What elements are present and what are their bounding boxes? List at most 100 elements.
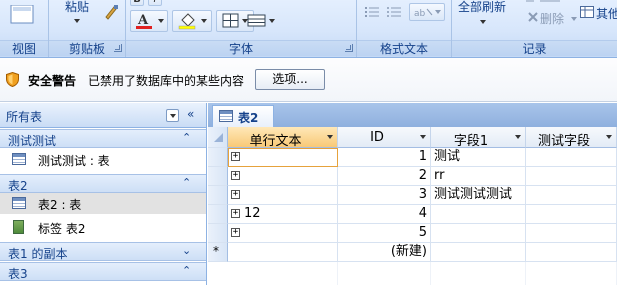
nav-item-biao2-table[interactable]: 表2 : 表 bbox=[0, 193, 206, 214]
datasheet-cell[interactable]: 2 bbox=[338, 167, 431, 186]
new-record-cell[interactable] bbox=[228, 243, 338, 262]
column-header-single-line-text[interactable]: 单行文本 bbox=[228, 127, 338, 149]
font-color-icon: A bbox=[136, 13, 152, 29]
datasheet-cell[interactable]: 4 bbox=[338, 205, 431, 224]
column-header-field1[interactable]: 字段1 bbox=[431, 127, 526, 149]
datasheet-cell[interactable]: 3 bbox=[338, 186, 431, 205]
record-selector[interactable] bbox=[208, 224, 228, 243]
security-warning-title: 安全警告 bbox=[28, 74, 77, 88]
record-selector[interactable] bbox=[208, 186, 228, 205]
nav-group-biao1-copy[interactable]: 表1 的副本 ⌄ bbox=[0, 242, 206, 261]
fill-color-button[interactable] bbox=[172, 10, 212, 32]
record-selector[interactable] bbox=[208, 205, 228, 224]
record-selector[interactable] bbox=[208, 167, 228, 186]
datasheet-cell[interactable]: 测试 bbox=[431, 148, 526, 167]
nav-group-label: 测试测试 bbox=[8, 134, 57, 148]
datasheet-cell[interactable] bbox=[526, 148, 617, 167]
font-color-dropdown-caret[interactable] bbox=[158, 19, 164, 23]
column-dropdown-caret[interactable] bbox=[606, 135, 612, 139]
bullets-button[interactable] bbox=[385, 3, 403, 21]
datasheet-cell[interactable]: 1 bbox=[338, 148, 431, 167]
new-record-selector[interactable]: * bbox=[208, 243, 228, 262]
format-painter-icon[interactable] bbox=[103, 4, 119, 20]
text-direction-button[interactable]: ab bbox=[409, 3, 445, 21]
paste-dropdown-caret[interactable] bbox=[74, 19, 80, 23]
font-color-button[interactable]: A bbox=[130, 10, 168, 32]
more-button[interactable]: 其他 bbox=[596, 5, 617, 22]
bulleted-list-icon bbox=[387, 7, 401, 17]
security-warning-message: 已禁用了数据库中的某些内容 bbox=[88, 74, 245, 88]
chevron-up-icon: ⌃ bbox=[182, 264, 192, 277]
datasheet-cell[interactable]: 5 bbox=[338, 224, 431, 243]
ribbon-group-font: B I A 字体 bbox=[126, 0, 356, 57]
delete-button[interactable]: 删除 bbox=[540, 10, 564, 27]
font-dialog-launcher[interactable] bbox=[345, 44, 353, 52]
group-label-font: 字体 bbox=[126, 40, 356, 56]
delete-dropdown-caret[interactable] bbox=[571, 17, 577, 21]
datasheet-cell[interactable] bbox=[526, 186, 617, 205]
empty-grid-area bbox=[526, 262, 617, 285]
document-area: 表2 单行文本 ID 字段1 测试字段 +1 测试 +2 rr +3 测试测试测试 +12 4… bbox=[208, 103, 617, 285]
fill-color-dropdown-caret[interactable] bbox=[201, 19, 207, 23]
select-all-triangle-icon bbox=[214, 133, 223, 142]
datasheet-cell[interactable]: 测试测试测试 bbox=[431, 186, 526, 205]
chevron-down-icon: ⌄ bbox=[182, 244, 192, 257]
nav-group-biao2[interactable]: 表2 ⌃ bbox=[0, 174, 206, 193]
view-button[interactable] bbox=[6, 2, 38, 28]
datasheet-cell[interactable] bbox=[526, 224, 617, 243]
refresh-all-dropdown-caret[interactable] bbox=[480, 20, 486, 24]
view-icon bbox=[10, 5, 34, 24]
datasheet-cell[interactable] bbox=[431, 205, 526, 224]
record-selector[interactable] bbox=[208, 148, 228, 167]
italic-button[interactable]: I bbox=[148, 0, 162, 6]
datasheet-cell[interactable] bbox=[526, 205, 617, 224]
new-record-cell[interactable] bbox=[526, 243, 617, 262]
text-direction-dropdown-caret[interactable] bbox=[435, 10, 441, 14]
datasheet-cell[interactable] bbox=[228, 167, 338, 186]
new-record-cell[interactable]: (新建) bbox=[338, 243, 431, 262]
alt-row-color-button[interactable] bbox=[242, 10, 280, 32]
shutter-bar-close-icon[interactable]: « bbox=[187, 107, 194, 121]
shield-warning-icon bbox=[6, 72, 19, 87]
nav-item-ceshiceshi-table[interactable]: 测试测试 : 表 bbox=[0, 149, 206, 170]
text-direction-icon: ab bbox=[414, 8, 433, 18]
table-icon bbox=[12, 153, 26, 165]
datasheet-cell[interactable] bbox=[431, 224, 526, 243]
numbering-button[interactable] bbox=[363, 3, 381, 21]
alt-row-color-dropdown-caret[interactable] bbox=[269, 19, 275, 23]
datasheet-cell[interactable]: 12 bbox=[228, 205, 338, 224]
nav-group-label: 表1 的副本 bbox=[8, 247, 68, 261]
chevron-up-icon: ⌃ bbox=[182, 176, 192, 189]
datasheet-cell[interactable] bbox=[526, 167, 617, 186]
datasheet-cell[interactable] bbox=[228, 148, 338, 167]
empty-grid-area bbox=[338, 262, 431, 285]
refresh-all-label[interactable]: 全部刷新 bbox=[458, 0, 506, 15]
ribbon-group-clipboard: 粘贴 剪贴板 bbox=[49, 0, 125, 57]
clipboard-dialog-launcher[interactable] bbox=[114, 44, 122, 52]
datasheet-cell[interactable] bbox=[228, 224, 338, 243]
column-dropdown-caret[interactable] bbox=[420, 135, 426, 139]
nav-item-label: 测试测试 : 表 bbox=[38, 154, 110, 168]
document-tab-biao2[interactable]: 表2 bbox=[212, 105, 274, 127]
nav-group-biao3[interactable]: 表3 ⌃ bbox=[0, 262, 206, 281]
column-header-test-field[interactable]: 测试字段 bbox=[526, 127, 617, 149]
security-warning-bar: 安全警告 已禁用了数据库中的某些内容 选项... bbox=[0, 58, 617, 102]
nav-pane-menu-button[interactable] bbox=[166, 109, 179, 122]
nav-item-biao2-label-report[interactable]: 标签 表2 bbox=[0, 217, 206, 238]
document-tab-label: 表2 bbox=[238, 111, 259, 125]
nav-pane-header[interactable]: 所有表 « bbox=[0, 103, 206, 128]
nav-group-ceshiceshi[interactable]: 测试测试 ⌃ bbox=[0, 129, 206, 148]
records-new-save-icons bbox=[526, 0, 560, 2]
chevron-down-icon bbox=[169, 113, 176, 118]
new-record-cell[interactable] bbox=[431, 243, 526, 262]
datasheet-cell[interactable]: rr bbox=[431, 167, 526, 186]
select-all-corner[interactable] bbox=[208, 127, 228, 148]
column-dropdown-caret[interactable] bbox=[327, 135, 333, 139]
security-options-button[interactable]: 选项... bbox=[255, 69, 325, 90]
column-dropdown-caret[interactable] bbox=[515, 135, 521, 139]
datasheet-cell[interactable] bbox=[228, 186, 338, 205]
column-header-id[interactable]: ID bbox=[338, 127, 431, 148]
empty-grid-area bbox=[228, 262, 338, 285]
bold-button[interactable]: B bbox=[130, 0, 144, 6]
italic-icon: I bbox=[154, 0, 157, 5]
